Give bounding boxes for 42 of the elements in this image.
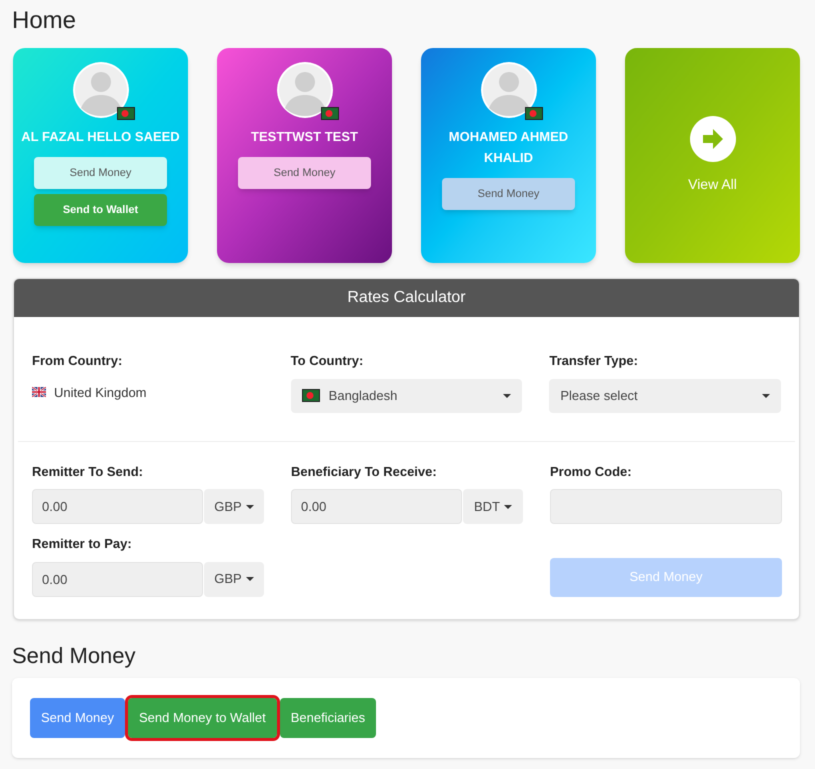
arrow-right-icon [690, 116, 736, 162]
field-label: To Country: [290, 352, 364, 370]
page-title: Home [12, 6, 78, 36]
field-label: Remitter To Send: [32, 462, 144, 480]
currency-dropdown[interactable]: GBP [204, 562, 264, 596]
amount-field[interactable]: 0.00 [32, 562, 203, 596]
avatar-icon [276, 62, 332, 118]
field-label: Beneficiary To Receive: [291, 462, 438, 481]
view-all-label: View All [688, 175, 737, 194]
field-label: From Country: [32, 352, 124, 370]
promo-code-field[interactable] [550, 489, 782, 524]
caret-icon [246, 504, 254, 508]
caret-icon [504, 504, 512, 508]
flag-icon [320, 107, 338, 120]
currency-dropdown[interactable]: GBP [204, 489, 264, 524]
from-country-value: United Kingdom [54, 384, 146, 402]
amount-field[interactable]: 0.00 [291, 489, 462, 524]
avatar-icon [480, 62, 536, 118]
caret-icon [246, 577, 254, 581]
transfer-type-dropdown[interactable]: Please select [549, 378, 782, 412]
to-country-dropdown[interactable]: Bangladesh [290, 378, 522, 412]
caret-icon [762, 394, 770, 398]
send-money-button[interactable]: Send Money [34, 157, 167, 189]
flag-icon [116, 107, 134, 120]
flag-icon [524, 107, 542, 120]
beneficiary-name: AL FAZAL HELLO SAEED [20, 128, 181, 146]
avatar-icon [72, 62, 128, 118]
beneficiary-name: TESTTWST TEST [250, 128, 359, 146]
flag-icon [32, 387, 46, 398]
calculator-header: Rates Calculator [14, 279, 799, 317]
beneficiary-name: MOHAMED AHMED KHALID [448, 128, 570, 167]
flag-icon [302, 389, 320, 402]
action-button[interactable]: Send Money [30, 698, 125, 738]
currency-dropdown[interactable]: BDT [463, 489, 523, 524]
field-label: Promo Code: [550, 462, 633, 480]
send-money-button[interactable]: Send Money [238, 157, 371, 189]
field-label: Remitter to Pay: [32, 535, 133, 553]
field-label: Transfer Type: [549, 352, 639, 370]
amount-field[interactable]: 0.00 [32, 489, 203, 524]
section-title: Send Money [12, 642, 137, 670]
caret-icon [503, 394, 512, 398]
send-money-button[interactable]: Send Money [442, 178, 575, 210]
